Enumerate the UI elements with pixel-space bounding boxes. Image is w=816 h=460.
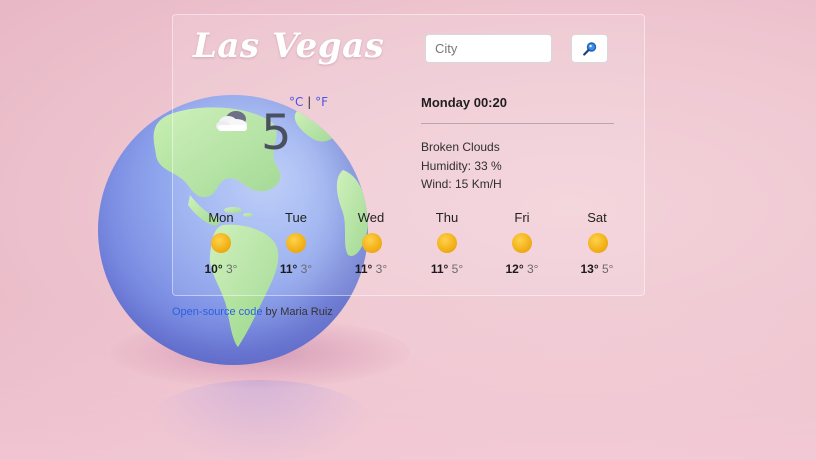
magnifier-icon [582, 41, 596, 56]
broken-clouds-icon [216, 111, 247, 131]
forecast-temps: 11° 3° [261, 262, 331, 276]
forecast-day-label: Wed [357, 210, 385, 225]
sun-icon [437, 233, 457, 253]
forecast-temps: 11° 3° [336, 262, 406, 276]
sun-icon [362, 233, 382, 253]
forecast-day-label: Thu [435, 210, 459, 225]
forecast-min: 5° [451, 262, 464, 276]
forecast-day-label: Mon [208, 210, 234, 225]
divider [421, 123, 614, 124]
forecast-day-label: Sat [587, 210, 607, 225]
open-source-link[interactable]: Open-source code [172, 306, 263, 318]
globe-reflection [150, 380, 370, 460]
forecast-max: 10° [204, 262, 223, 276]
weather-details: Broken Clouds Humidity: 33 % Wind: 15 Km… [421, 138, 502, 194]
forecast-temps: 13° 5° [562, 262, 632, 276]
sun-icon [588, 233, 608, 253]
footer: Open-source code by Maria Ruiz [172, 306, 333, 318]
forecast-min: 3° [375, 262, 388, 276]
weather-description: Broken Clouds [421, 140, 500, 154]
fahrenheit-link[interactable]: °F [315, 95, 328, 109]
forecast-max: 11° [279, 262, 298, 276]
search-button[interactable] [571, 34, 608, 63]
sun-icon [211, 233, 231, 253]
unit-separator: | [307, 95, 312, 109]
current-temperature: 5 [261, 105, 292, 161]
forecast-max: 13° [580, 262, 599, 276]
forecast-temps: 10° 3° [186, 262, 256, 276]
date-time: Monday 00:20 [421, 95, 507, 110]
footer-author: by Maria Ruiz [262, 306, 333, 318]
city-title: Las Vegas [193, 26, 385, 66]
sun-icon [512, 233, 532, 253]
forecast-min: 5° [602, 262, 614, 276]
forecast-temps: 11° 5° [412, 262, 482, 276]
forecast-min: 3° [226, 262, 238, 276]
wind: Wind: 15 Km/H [421, 177, 502, 191]
forecast-min: 3° [527, 262, 539, 276]
forecast-max: 11° [430, 262, 449, 276]
forecast-max: 12° [505, 262, 524, 276]
sun-icon [286, 233, 306, 253]
city-search-input[interactable] [425, 34, 552, 63]
forecast-day-label: Fri [514, 210, 530, 225]
unit-toggle: °C | °F [289, 95, 328, 109]
forecast-min: 3° [300, 262, 313, 276]
forecast-max: 11° [354, 262, 373, 276]
forecast-day-label: Tue [285, 210, 307, 225]
humidity: Humidity: 33 % [421, 158, 502, 173]
forecast-temps: 12° 3° [487, 262, 557, 276]
